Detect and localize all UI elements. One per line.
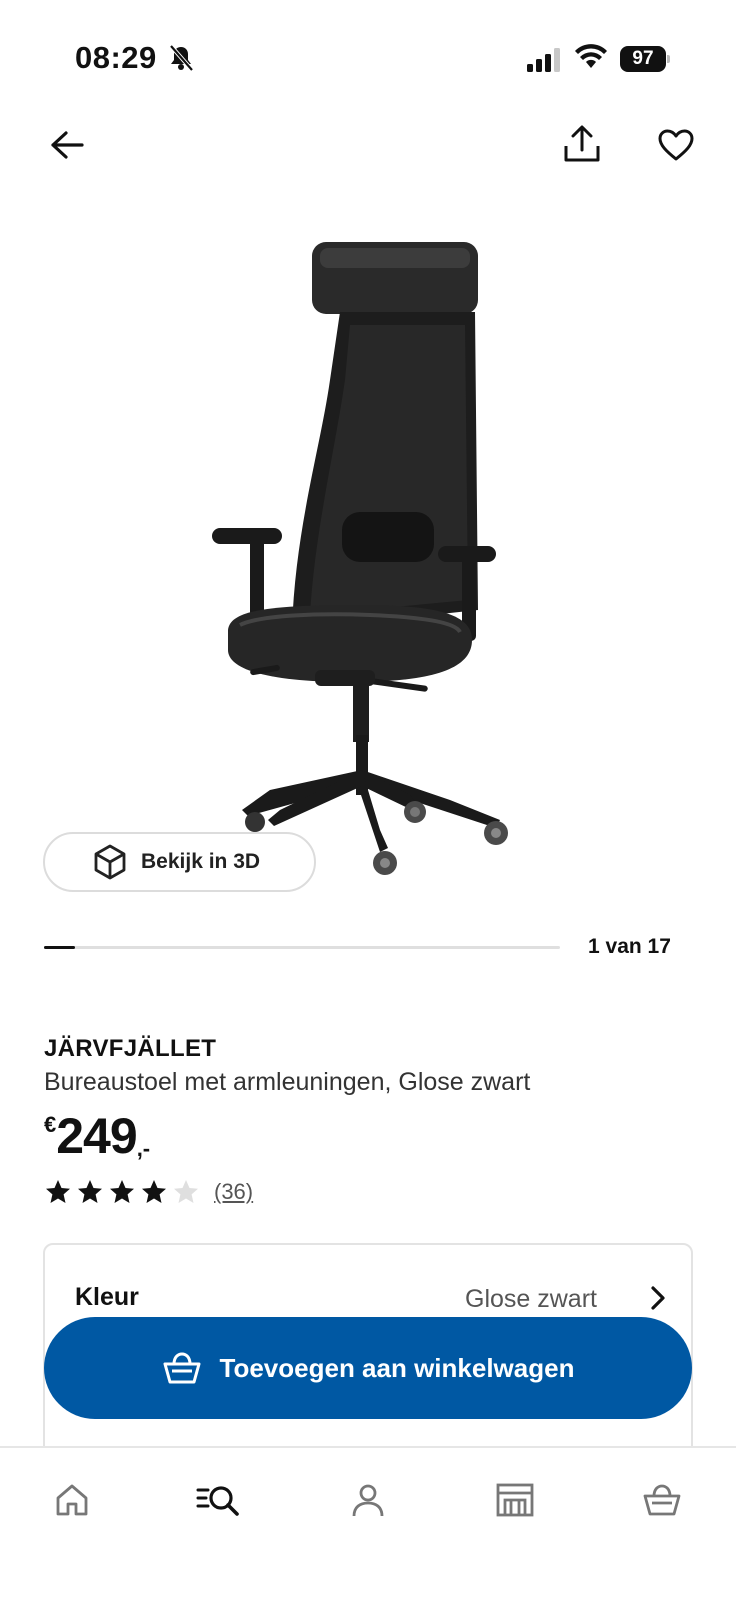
- bell-muted-icon: [169, 44, 194, 72]
- basket-icon: [163, 1352, 201, 1384]
- nav-basket[interactable]: [634, 1472, 690, 1528]
- battery-tip: [667, 55, 670, 63]
- add-to-cart-label: Toevoegen aan winkelwagen: [219, 1352, 575, 1383]
- profile-icon: [352, 1484, 384, 1517]
- heart-icon: [658, 129, 694, 161]
- product-rating[interactable]: (36): [44, 1177, 253, 1207]
- price-currency: €: [44, 1112, 57, 1137]
- nav-store[interactable]: [487, 1472, 543, 1528]
- product-name: JÄRVFJÄLLET: [44, 1035, 217, 1062]
- color-value[interactable]: Glose zwart: [465, 1285, 597, 1314]
- battery-level: 97: [620, 46, 666, 72]
- nav-profile[interactable]: [340, 1472, 396, 1528]
- favorite-button[interactable]: [653, 122, 699, 168]
- color-label: Kleur: [75, 1283, 139, 1311]
- nav-home[interactable]: [44, 1472, 100, 1528]
- star-empty-icon: [174, 1180, 198, 1203]
- wifi-icon: [575, 44, 607, 68]
- battery-indicator: 97: [620, 46, 670, 72]
- search-icon: [196, 1486, 239, 1516]
- chevron-right-icon[interactable]: [643, 1283, 673, 1313]
- product-image[interactable]: [200, 230, 530, 890]
- star-filled-icon: [110, 1180, 134, 1203]
- top-nav: [0, 110, 736, 180]
- review-count-link[interactable]: (36): [214, 1179, 253, 1205]
- star-filled-icon: [142, 1180, 166, 1203]
- share-icon: [564, 125, 600, 162]
- nav-search[interactable]: [190, 1472, 246, 1528]
- price-suffix: ,-: [136, 1136, 151, 1161]
- arrow-left-icon: [51, 131, 84, 159]
- price-value: 249: [56, 1108, 137, 1164]
- add-to-cart-button[interactable]: Toevoegen aan winkelwagen: [44, 1317, 692, 1419]
- status-bar: 08:29 97: [0, 0, 736, 100]
- carousel-progress: [44, 946, 560, 949]
- product-price: € 249 ,-: [44, 1106, 150, 1166]
- rating-stars: [44, 1178, 200, 1206]
- cube-icon: [94, 844, 126, 880]
- signal-icon: [527, 48, 560, 72]
- star-filled-icon: [46, 1180, 70, 1203]
- view-in-3d-button[interactable]: Bekijk in 3D: [43, 832, 316, 892]
- carousel-counter: 1 van 17: [588, 935, 671, 958]
- home-icon: [56, 1484, 88, 1516]
- basket-icon: [643, 1484, 681, 1516]
- store-icon: [496, 1483, 534, 1517]
- star-filled-icon: [78, 1180, 102, 1203]
- bottom-nav: [0, 1446, 736, 1600]
- share-button[interactable]: [558, 120, 606, 168]
- view-in-3d-label: Bekijk in 3D: [141, 850, 261, 873]
- back-button[interactable]: [44, 122, 90, 168]
- carousel-progress-fill: [44, 946, 75, 949]
- status-time: 08:29: [75, 40, 157, 75]
- product-description: Bureaustoel met armleuningen, Glose zwar…: [44, 1068, 531, 1096]
